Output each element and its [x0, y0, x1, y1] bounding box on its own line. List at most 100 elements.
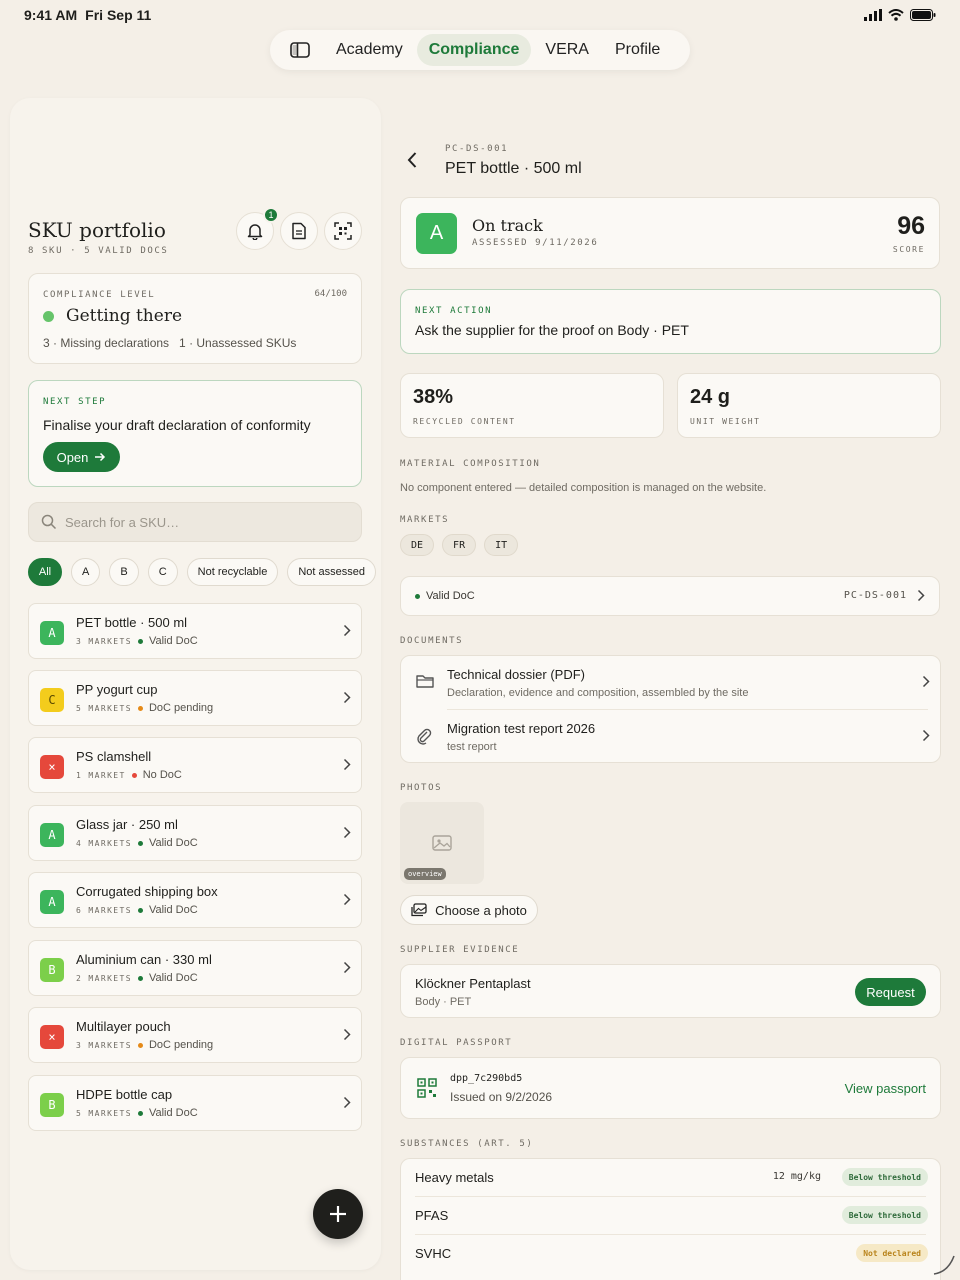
signal-icon — [864, 9, 882, 21]
sku-markets: 2 MARKETS — [76, 973, 132, 983]
sku-markets: 5 MARKETS — [76, 703, 132, 713]
choose-photo-button[interactable]: Choose a photo — [400, 895, 538, 925]
grade-badge: A — [40, 621, 64, 645]
declaration-of-conformity-row[interactable]: Valid DoC PC-DS-001 — [400, 576, 940, 616]
chevron-right-icon — [343, 893, 351, 906]
grade-badge: C — [40, 688, 64, 712]
assessment-card: A On track ASSESSED 9/11/2026 96 SCORE — [400, 197, 940, 269]
doc-status: Valid DoC — [426, 590, 475, 602]
filter-b[interactable]: B — [109, 558, 139, 586]
grade-badge: B — [40, 1093, 64, 1117]
product-title: PET bottle · 500 ml — [445, 160, 582, 177]
grade-badge: × — [40, 755, 64, 779]
notifications-button[interactable]: 1 — [236, 207, 279, 250]
photo-thumbnail[interactable]: overview — [400, 802, 484, 884]
chevron-left-icon — [406, 150, 418, 170]
sku-item[interactable]: C PP yogurt cup 5 MARKETS DoC pending — [28, 670, 362, 726]
document-title: Migration test report 2026 — [447, 721, 596, 736]
view-passport-link[interactable]: View passport — [845, 1081, 926, 1096]
market-chip: DE — [400, 534, 435, 556]
passport-issued-date: Issued on 9/2/2026 — [450, 1090, 553, 1104]
substance-status-badge: Not declared — [856, 1244, 928, 1262]
filter-c[interactable]: C — [147, 558, 178, 586]
document-subtitle: test report — [447, 741, 497, 753]
sku-search[interactable] — [28, 502, 362, 542]
supplier-evidence-card: Klöckner Pentaplast Body · PET Request — [400, 964, 941, 1018]
tab-profile[interactable]: Profile — [603, 34, 672, 66]
substance-name: PFAS — [415, 1208, 449, 1223]
sidebar-toggle-icon[interactable] — [278, 34, 322, 66]
sku-item[interactable]: B Aluminium can · 330 ml 2 MARKETS Valid … — [28, 940, 362, 996]
compliance-level-card[interactable]: COMPLIANCE LEVEL 64/100 Getting there 3 … — [28, 273, 362, 364]
arrow-right-icon — [94, 451, 106, 463]
filter-all[interactable]: All — [28, 558, 62, 586]
tab-vera[interactable]: VERA — [533, 34, 601, 66]
photo-library-icon — [411, 903, 427, 917]
document-row-technical-dossier[interactable]: Technical dossier (PDF) Declaration, evi… — [401, 656, 942, 710]
filter-not-assessed[interactable]: Not assessed — [287, 558, 376, 586]
sku-item[interactable]: A PET bottle · 500 ml 3 MARKETS Valid DoC — [28, 603, 362, 659]
sku-item[interactable]: A Corrugated shipping box 6 MARKETS Valid… — [28, 872, 362, 928]
battery-icon — [910, 9, 936, 21]
search-icon — [41, 514, 57, 530]
substance-value: 12 mg/kg — [772, 1171, 821, 1182]
add-sku-button[interactable] — [313, 1189, 363, 1239]
request-button[interactable]: Request — [855, 978, 926, 1006]
wifi-icon — [888, 9, 904, 21]
document-row-migration-report[interactable]: Migration test report 2026 test report — [401, 710, 942, 764]
portfolio-subtitle: 8 SKU · 5 VALID DOCS — [28, 246, 169, 256]
sku-item[interactable]: × PS clamshell 1 MARKET No DoC — [28, 737, 362, 793]
level-indicator-dot — [43, 310, 54, 322]
supplier-name: Klöckner Pentaplast — [415, 976, 531, 991]
sku-item[interactable]: A Glass jar · 250 ml 4 MARKETS Valid DoC — [28, 805, 362, 861]
substances-card: Heavy metals 12 mg/kg Below threshold PF… — [400, 1158, 941, 1280]
status-date: Fri Sep 11 — [85, 7, 152, 23]
substances-heading: SUBSTANCES (ART. 5) — [400, 1139, 534, 1149]
unit-weight-card: 24 g UNIT WEIGHT — [677, 373, 941, 438]
filter-a[interactable]: A — [71, 558, 101, 586]
substance-name: SVHC — [415, 1246, 452, 1261]
sku-name: Glass jar · 250 ml — [76, 817, 178, 832]
tab-academy[interactable]: Academy — [324, 34, 415, 66]
markets-heading: MARKETS — [400, 515, 450, 525]
doc-status: DoC pending — [148, 702, 214, 714]
image-placeholder-icon — [432, 835, 452, 851]
sku-item[interactable]: B HDPE bottle cap 5 MARKETS Valid DoC — [28, 1075, 362, 1131]
chevron-right-icon — [343, 691, 351, 704]
tab-compliance[interactable]: Compliance — [416, 34, 532, 66]
notification-badge: 1 — [263, 207, 279, 223]
substance-row: SVHC Not declared — [401, 1235, 942, 1273]
compliance-level-label: COMPLIANCE LEVEL — [43, 290, 156, 300]
doc-status-dot — [415, 593, 420, 599]
documents-button[interactable] — [280, 212, 318, 250]
doc-status: DoC pending — [148, 1039, 214, 1051]
chevron-right-icon — [343, 758, 351, 771]
doc-status: No DoC — [142, 769, 182, 781]
grade-badge: B — [40, 958, 64, 982]
doc-status-dot — [137, 705, 143, 711]
chevron-right-icon — [343, 624, 351, 637]
substance-row: PFAS Below threshold — [401, 1197, 942, 1235]
sku-item[interactable]: × Multilayer pouch 3 MARKETS DoC pending — [28, 1007, 362, 1063]
doc-status: Valid DoC — [148, 635, 198, 647]
supplier-evidence-heading: SUPPLIER EVIDENCE — [400, 945, 520, 955]
sku-markets: 3 MARKETS — [76, 1040, 132, 1050]
back-button[interactable] — [406, 150, 418, 170]
photo-tag: overview — [404, 868, 446, 880]
next-action-card[interactable]: NEXT ACTION Ask the supplier for the pro… — [400, 289, 941, 354]
material-composition-heading: MATERIAL COMPOSITION — [400, 459, 541, 469]
sku-markets: 3 MARKETS — [76, 636, 132, 646]
compliance-stats: 3 · Missing declarations 1 · Unassessed … — [43, 336, 297, 350]
search-input[interactable] — [65, 514, 345, 530]
folder-icon — [416, 673, 434, 689]
doc-status-dot — [137, 907, 143, 913]
open-button[interactable]: Open — [43, 442, 120, 472]
scan-button[interactable] — [324, 212, 362, 250]
qr-code-icon — [417, 1078, 437, 1098]
digital-passport-card: dpp_7c290bd5 Issued on 9/2/2026 View pas… — [400, 1057, 941, 1119]
compliance-level-value: Getting there — [66, 306, 183, 326]
score-value: 96 — [897, 212, 925, 240]
digital-passport-heading: DIGITAL PASSPORT — [400, 1038, 513, 1048]
sku-portfolio-panel: SKU portfolio 8 SKU · 5 VALID DOCS 1 COM… — [10, 98, 381, 1270]
filter-not-recyclable[interactable]: Not recyclable — [186, 558, 279, 586]
